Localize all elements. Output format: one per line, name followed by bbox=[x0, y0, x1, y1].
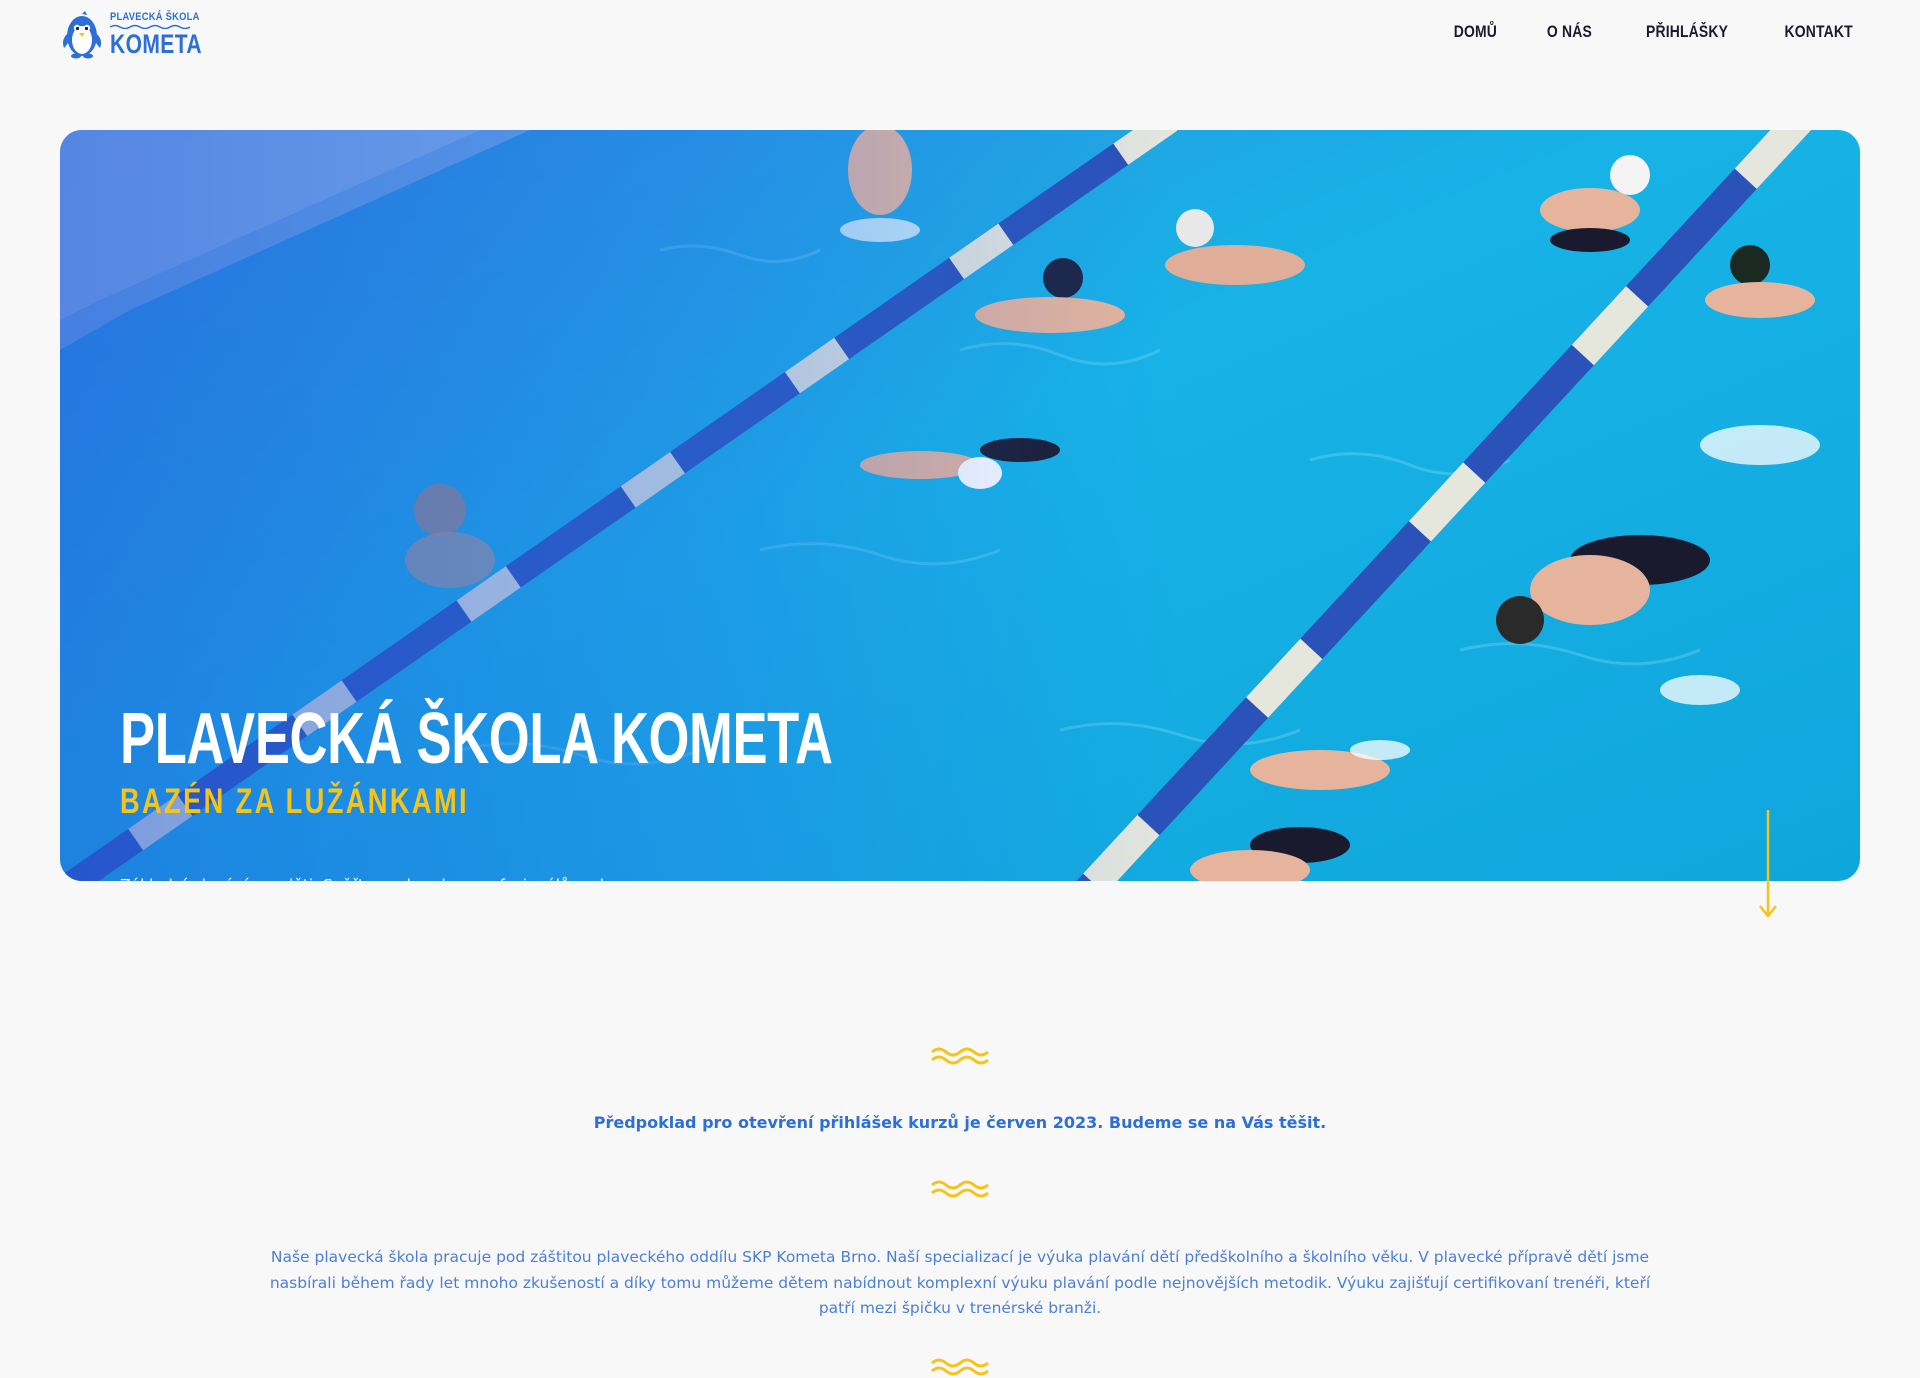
hero-subtitle: BAZÉN ZA LUŽÁNKAMI bbox=[120, 782, 469, 821]
arrow-down-icon[interactable] bbox=[1758, 810, 1778, 920]
logo-bottom-text: KOMETA bbox=[110, 29, 203, 59]
nav-item-prihlasky[interactable]: PŘIHLÁŠKY bbox=[1646, 22, 1728, 42]
nav-item-kontakt[interactable]: KONTAKT bbox=[1784, 22, 1852, 42]
hero-title: PLAVECKÁ ŠKOLA KOMETA bbox=[120, 699, 833, 779]
wave-icon bbox=[931, 1180, 989, 1198]
nav-item-o-nas[interactable]: O NÁS bbox=[1547, 22, 1592, 42]
about-paragraph: Naše plavecká škola pracuje pod záštitou… bbox=[269, 1248, 1651, 1317]
notice-text: Předpoklad pro otevření přihlášek kurzů … bbox=[593, 1113, 1327, 1132]
wave-icon bbox=[931, 1047, 989, 1065]
hero-description: Základní plavání pro děti. Svěřte se do … bbox=[120, 872, 640, 881]
nav-item-domu[interactable]: DOMŮ bbox=[1454, 22, 1497, 42]
wave-icon bbox=[931, 1358, 989, 1376]
hero-banner: PLAVECKÁ ŠKOLA KOMETA BAZÉN ZA LUŽÁNKAMI… bbox=[60, 130, 1860, 881]
logo[interactable]: PLAVECKÁ ŠKOLA KOMETA bbox=[60, 10, 228, 60]
penguin-icon bbox=[63, 11, 101, 59]
main-nav: DOMŮ O NÁS PŘIHLÁŠKY KONTAKT bbox=[1449, 22, 1860, 42]
site-header: PLAVECKÁ ŠKOLA KOMETA DOMŮ O NÁS PŘIHLÁŠ… bbox=[0, 0, 1920, 80]
logo-text: PLAVECKÁ ŠKOLA KOMETA bbox=[110, 12, 228, 58]
logo-top-text: PLAVECKÁ ŠKOLA bbox=[110, 11, 200, 23]
